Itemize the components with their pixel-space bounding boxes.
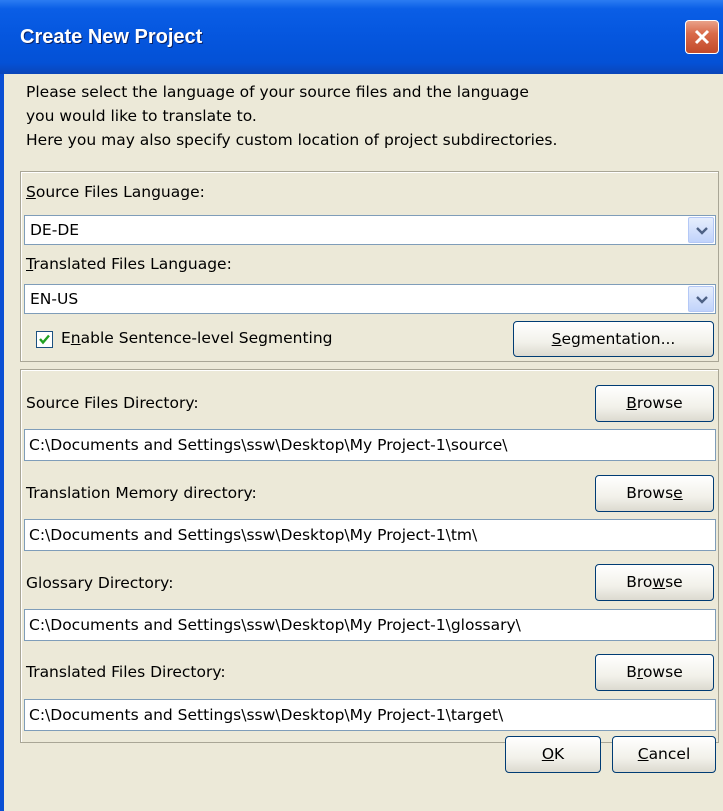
segmentation-button[interactable]: Segmentation... xyxy=(513,321,714,357)
close-icon xyxy=(694,29,710,45)
ok-button[interactable]: OK xyxy=(505,736,601,773)
source-language-value: DE-DE xyxy=(30,221,80,239)
glossary-directory-input[interactable]: C:\Documents and Settings\ssw\Desktop\My… xyxy=(24,609,716,641)
glossary-directory-label: Glossary Directory: xyxy=(26,574,174,592)
browse-source-button[interactable]: Browse xyxy=(595,385,714,422)
target-language-label: Translated Files Language: xyxy=(26,255,232,273)
segmenting-label[interactable]: Enable Sentence-level Segmenting xyxy=(61,329,333,347)
intro-text: Please select the language of your sourc… xyxy=(26,80,706,152)
source-language-select[interactable]: DE-DE xyxy=(24,215,716,245)
target-language-value: EN-US xyxy=(30,290,79,308)
target-language-select[interactable]: EN-US xyxy=(24,284,716,314)
source-directory-input[interactable]: C:\Documents and Settings\ssw\Desktop\My… xyxy=(24,429,716,461)
tm-directory-input[interactable]: C:\Documents and Settings\ssw\Desktop\My… xyxy=(24,519,716,551)
chevron-down-icon xyxy=(696,227,708,235)
browse-target-button[interactable]: Browse xyxy=(595,654,714,691)
source-language-label: Source Files Language: xyxy=(26,183,205,201)
window-title: Create New Project xyxy=(20,26,203,48)
intro-line-2: you would like to translate to. xyxy=(26,107,257,125)
chevron-down-icon xyxy=(696,296,708,304)
source-directory-label: Source Files Directory: xyxy=(26,394,199,412)
target-directory-label: Translated Files Directory: xyxy=(26,663,226,681)
checkmark-icon xyxy=(39,334,50,345)
window-frame-left xyxy=(0,74,4,811)
target-directory-input[interactable]: C:\Documents and Settings\ssw\Desktop\My… xyxy=(24,699,716,731)
cancel-button[interactable]: Cancel xyxy=(612,736,716,773)
tm-directory-label: Translation Memory directory: xyxy=(26,484,257,502)
browse-tm-button[interactable]: Browse xyxy=(595,475,714,512)
intro-line-3: Here you may also specify custom locatio… xyxy=(26,131,558,149)
dropdown-button[interactable] xyxy=(688,286,714,312)
intro-line-1: Please select the language of your sourc… xyxy=(26,83,529,101)
close-button[interactable] xyxy=(685,20,719,54)
title-bar[interactable]: Create New Project xyxy=(0,0,723,74)
browse-glossary-button[interactable]: Browse xyxy=(595,564,714,601)
segmenting-checkbox[interactable] xyxy=(36,331,53,348)
dropdown-button[interactable] xyxy=(688,217,714,243)
